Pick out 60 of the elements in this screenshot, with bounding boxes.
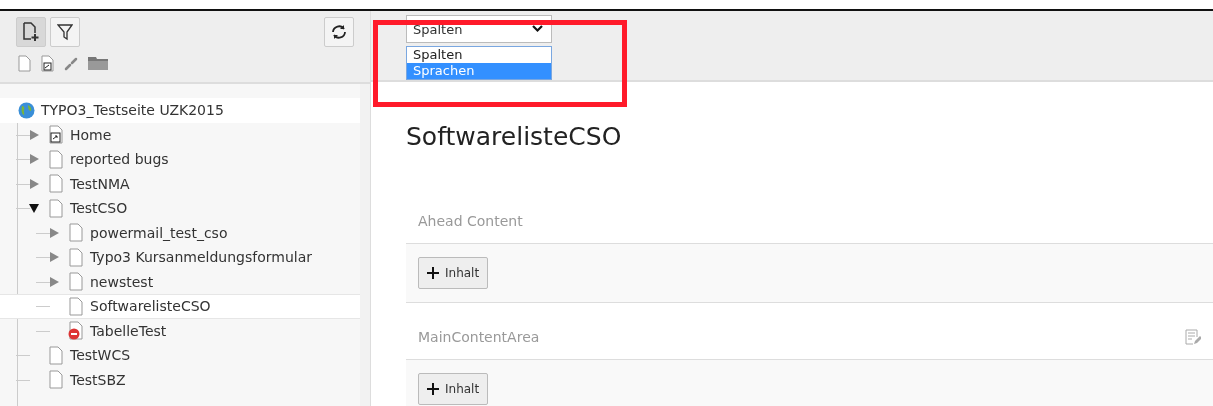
tree-label: reported bugs xyxy=(70,151,169,168)
tree-item[interactable]: TestNMA xyxy=(0,171,360,196)
tree-label: newstest xyxy=(90,273,154,290)
collapse-icon[interactable] xyxy=(29,203,39,214)
tree-label: SoftwarelisteCSO xyxy=(90,298,211,315)
tree-label: Typo3 Kursanmeldungsformular xyxy=(90,249,313,266)
page-shortcut-icon xyxy=(48,125,64,145)
chevron-down-icon xyxy=(532,25,543,33)
add-content-button[interactable]: Inhalt xyxy=(418,373,489,405)
page-icon xyxy=(48,370,64,390)
page-hidden-icon xyxy=(68,321,84,341)
page-icon xyxy=(48,149,64,169)
page-icon xyxy=(48,198,64,218)
expand-icon[interactable] xyxy=(29,129,39,140)
page-icon xyxy=(68,272,84,292)
tree-item[interactable]: TabelleTest xyxy=(0,318,360,343)
tree-label: TestSBZ xyxy=(70,371,126,388)
tree-label: Home xyxy=(70,126,112,143)
filter-button[interactable] xyxy=(50,17,80,47)
plus-icon xyxy=(427,383,439,395)
add-content-button[interactable]: Inhalt xyxy=(418,257,489,289)
tree-label: powermail_test_cso xyxy=(90,224,228,241)
tree-item[interactable]: SoftwarelisteCSO xyxy=(0,294,360,319)
expand-icon[interactable] xyxy=(49,252,59,263)
page-icon xyxy=(48,345,64,365)
section-title: MainContentArea xyxy=(418,329,540,345)
tree-item[interactable]: TestCSO xyxy=(0,196,360,221)
expand-icon[interactable] xyxy=(49,276,59,287)
tree-label: TestCSO xyxy=(70,200,128,217)
edit-icon[interactable] xyxy=(1185,329,1201,345)
page-icon xyxy=(48,174,64,194)
tree-item[interactable]: Typo3 Kursanmeldungsformular xyxy=(0,245,360,270)
folder-icon[interactable] xyxy=(88,57,108,70)
tree-item[interactable]: reported bugs xyxy=(0,147,360,172)
filter-icon xyxy=(57,23,73,41)
tree-label: TestNMA xyxy=(70,175,130,192)
page-icon xyxy=(68,247,84,267)
expand-icon[interactable] xyxy=(29,178,39,189)
tree-item[interactable]: Home xyxy=(0,122,360,147)
refresh-button[interactable] xyxy=(324,17,354,47)
tree-label: TabelleTest xyxy=(90,322,167,339)
page-icon xyxy=(68,296,84,316)
section-title: Ahead Content xyxy=(418,213,523,229)
page-icon[interactable] xyxy=(18,55,31,72)
tree-item[interactable]: TestSBZ xyxy=(0,367,360,392)
page-shortcut-icon[interactable] xyxy=(41,55,54,72)
page-title: SoftwarelisteCSO xyxy=(406,122,623,151)
refresh-icon xyxy=(330,23,348,41)
expand-icon[interactable] xyxy=(49,227,59,238)
plus-icon xyxy=(427,267,439,279)
tree-item[interactable]: newstest xyxy=(0,269,360,294)
expand-icon[interactable] xyxy=(29,154,39,165)
tree-item[interactable]: powermail_test_cso xyxy=(0,220,360,245)
tree-label: TestWCS xyxy=(70,347,131,364)
link-icon[interactable] xyxy=(64,56,78,71)
new-page-button[interactable] xyxy=(16,17,46,47)
globe-icon xyxy=(18,101,35,119)
tree-item[interactable]: TestWCS xyxy=(0,343,360,368)
page-icon xyxy=(68,223,84,243)
new-page-icon xyxy=(22,22,40,42)
